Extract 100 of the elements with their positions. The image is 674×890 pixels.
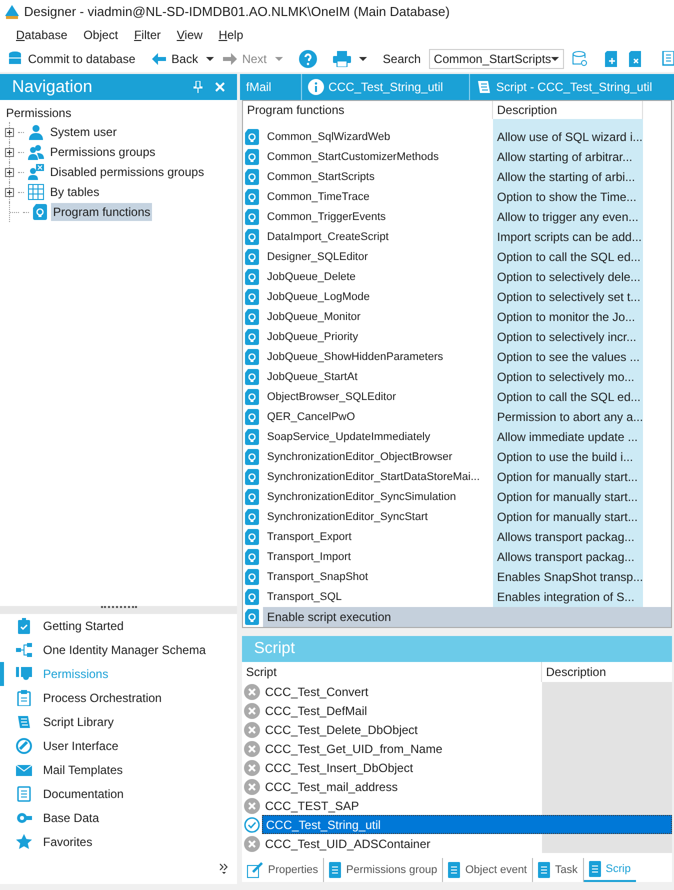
- bottom-tab[interactable]: Permissions group: [324, 858, 444, 882]
- column-header[interactable]: Script: [242, 662, 542, 682]
- lightbulb-document-icon: [245, 209, 259, 225]
- table-cell-text: Allow the starting of arbi...: [497, 169, 636, 186]
- menu-item[interactable]: View: [176, 26, 203, 44]
- table-cell-text: Import scripts can be add...: [497, 229, 642, 246]
- table-cell-text: Allow immediate update ...: [497, 429, 638, 446]
- navigation-title: Navigation: [12, 76, 92, 98]
- bottom-tab[interactable]: Properties: [242, 858, 324, 882]
- table-cell-text: ObjectBrowser_SQLEditor: [267, 390, 396, 405]
- pin-icon: [193, 81, 203, 93]
- script-row[interactable]: CCC_Test_DefMail: [262, 701, 542, 720]
- document-icon: [448, 862, 460, 878]
- clipboard-check-icon: [16, 618, 32, 634]
- lightbulb-document-icon: [33, 204, 47, 220]
- lightbulb-document-icon: [245, 289, 259, 305]
- expand-icon[interactable]: [5, 148, 14, 156]
- search-field[interactable]: Common_StartScripts: [428, 49, 564, 69]
- tree-item[interactable]: By tables: [48, 183, 102, 201]
- script-row[interactable]: CCC_Test_mail_address: [262, 777, 542, 796]
- table-cell-text: Option to selectively set t...: [497, 289, 640, 306]
- tree-root[interactable]: Permissions: [6, 104, 231, 122]
- table-cell-text: JobQueue_StartAt: [267, 370, 358, 385]
- user-cross-icon: [28, 164, 44, 180]
- table-cell-text: Option to call the SQL ed...: [497, 389, 641, 406]
- column-header[interactable]: Description: [542, 662, 672, 682]
- tree-item[interactable]: Permissions groups: [48, 143, 158, 161]
- table-cell-text: Common_SqlWizardWeb: [267, 130, 390, 145]
- commit-button[interactable]: Commit to database: [8, 50, 136, 68]
- info-icon: [308, 79, 324, 95]
- navigation-category[interactable]: Mail Templates: [0, 758, 237, 782]
- database-search-icon: [572, 51, 588, 67]
- navigation-category[interactable]: Process Orchestration: [0, 686, 237, 710]
- table-cell-text: Option to selectively incr...: [497, 329, 636, 346]
- table-cell-text: JobQueue_Delete: [267, 270, 356, 285]
- search-label: Search: [382, 51, 421, 68]
- navigation-category[interactable]: One Identity Manager Schema: [0, 638, 237, 662]
- lightbulb-document-icon: [245, 389, 259, 405]
- table-cell-text: Option to call the SQL ed...: [497, 249, 641, 266]
- tree-item[interactable]: Disabled permissions groups: [48, 163, 206, 181]
- table-cell-text: Common_StartCustomizerMethods: [267, 150, 439, 165]
- table-cell-text: SynchronizationEditor_SyncSimulation: [267, 490, 456, 505]
- script-row[interactable]: CCC_Test_Convert: [262, 682, 542, 701]
- tree-item[interactable]: Program functions: [51, 203, 152, 221]
- expand-icon[interactable]: [5, 168, 14, 176]
- script-row[interactable]: CCC_Test_Get_UID_from_Name: [262, 739, 542, 758]
- table-cell-text: Option to monitor the Jo...: [497, 309, 636, 326]
- table-cell-text: JobQueue_Priority: [267, 330, 358, 345]
- navigation-category[interactable]: Favorites: [0, 830, 237, 854]
- expand-icon[interactable]: [5, 188, 14, 196]
- bottom-tab[interactable]: Task: [533, 858, 584, 882]
- app-logo-icon: [4, 4, 20, 20]
- table-icon: [28, 184, 44, 200]
- caret-icon: [274, 55, 283, 63]
- new-row[interactable]: Enable script execution: [263, 607, 671, 627]
- lightbulb-document-icon: [245, 589, 259, 605]
- table-cell-text: Transport_SnapShot: [267, 570, 368, 585]
- pencil-icon: [247, 862, 263, 878]
- tree-item[interactable]: System user: [48, 123, 119, 141]
- back-button[interactable]: Back: [151, 50, 198, 68]
- table-cell-text: SoapService_UpdateImmediately: [267, 430, 430, 445]
- lightbulb-document-icon: [245, 449, 259, 465]
- table-cell-text: Common_TimeTrace: [267, 190, 370, 205]
- help-icon: [298, 50, 317, 68]
- column-header[interactable]: Program functions: [243, 101, 493, 119]
- chevron-icon: [219, 863, 229, 875]
- bottom-tab[interactable]: Object event: [443, 858, 533, 882]
- expand-icon[interactable]: [5, 128, 14, 136]
- splitter-grip[interactable]: [0, 606, 237, 614]
- script-row[interactable]: CCC_Test_Delete_DbObject: [262, 720, 542, 739]
- caret-icon: [358, 55, 367, 63]
- script-row[interactable]: CCC_Test_UID_ADSContainer: [262, 834, 542, 853]
- script-row[interactable]: CCC_TEST_SAP: [262, 796, 542, 815]
- table-cell-text: Allows transport packag...: [497, 529, 634, 546]
- script-panel-title: Script: [254, 639, 295, 659]
- table-cell-text: Common_TriggerEvents: [267, 210, 386, 225]
- lightbulb-document-icon: [245, 489, 259, 505]
- table-cell-text: JobQueue_ShowHiddenParameters: [267, 350, 444, 365]
- close-icon: [215, 82, 225, 92]
- menu-item[interactable]: Filter: [134, 26, 161, 44]
- table-cell-text: Allow starting of arbitrar...: [497, 149, 632, 166]
- lightbulb-document-icon: [245, 569, 259, 585]
- navigation-category[interactable]: Getting Started: [0, 614, 237, 638]
- document-icon: [588, 861, 601, 877]
- lightbulb-document-icon: [245, 529, 259, 545]
- lightbulb-document-icon: [245, 409, 259, 425]
- table-cell-text: SynchronizationEditor_StartDataStoreMai...: [267, 470, 480, 485]
- table-cell-text: Option to see the values ...: [497, 349, 640, 366]
- menu-item[interactable]: Object: [83, 26, 118, 44]
- menu-item[interactable]: Help: [218, 26, 244, 44]
- table-cell-text: Enables integration of S...: [497, 589, 634, 606]
- navigation-category[interactable]: Script Library: [0, 710, 237, 734]
- hierarchy-icon: [16, 642, 32, 658]
- navigation-category[interactable]: User Interface: [0, 734, 237, 758]
- script-row[interactable]: CCC_Test_String_util: [262, 815, 672, 834]
- menu-item[interactable]: Database: [16, 26, 68, 44]
- navigation-category[interactable]: Documentation: [0, 782, 237, 806]
- script-row[interactable]: CCC_Test_Insert_DbObject: [262, 758, 542, 777]
- navigation-category[interactable]: Base Data: [0, 806, 237, 830]
- table-cell-text: Allows transport packag...: [497, 549, 634, 566]
